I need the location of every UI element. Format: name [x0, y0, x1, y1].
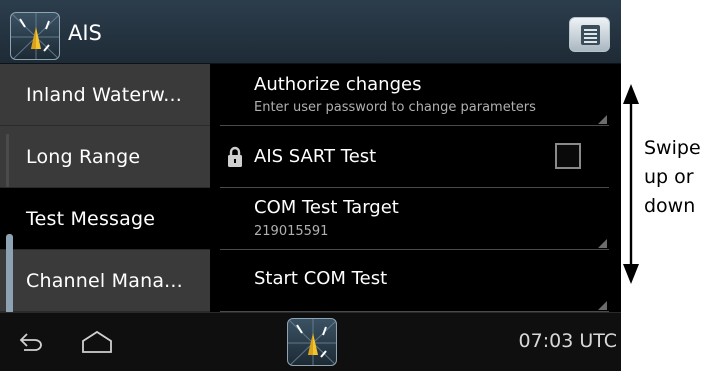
setting-ais-sart-test[interactable]: AIS SART Test: [210, 126, 621, 188]
sidebar-item-label: Long Range: [26, 145, 141, 168]
sart-test-checkbox[interactable]: [555, 143, 581, 169]
compass-icon[interactable]: [10, 12, 60, 60]
sidebar-item-inland-waterways[interactable]: Inland Waterw...: [0, 64, 210, 126]
swipe-hint: Swipe up or down: [644, 134, 710, 221]
expand-corner-icon: [598, 239, 607, 248]
device-screen: AIS Inland Waterw... Long Range Test Mes…: [0, 0, 621, 371]
menu-list-icon[interactable]: [569, 17, 610, 52]
clock-time: 07:03 UTC: [518, 330, 617, 352]
swipe-hint-line: down: [644, 195, 696, 217]
swipe-hint-line: Swipe: [644, 137, 701, 159]
setting-value: 219015591: [254, 224, 329, 239]
home-icon[interactable]: [80, 330, 114, 354]
setting-authorize-changes[interactable]: Authorize changes Enter user password to…: [210, 64, 621, 126]
title-bar: AIS: [0, 0, 621, 64]
sidebar: Inland Waterw... Long Range Test Message…: [0, 64, 210, 371]
sidebar-item-label: Test Message: [26, 207, 156, 230]
swipe-hint-line: up or: [644, 166, 694, 188]
swipe-arrow-icon: [623, 84, 639, 284]
compass-icon[interactable]: [287, 318, 337, 366]
back-icon[interactable]: [18, 331, 44, 353]
setting-title: Start COM Test: [254, 268, 388, 289]
setting-title: COM Test Target: [254, 197, 399, 218]
setting-com-test-target[interactable]: COM Test Target 219015591: [210, 188, 621, 250]
sidebar-item-long-range[interactable]: Long Range: [0, 126, 210, 188]
setting-title: AIS SART Test: [254, 146, 377, 167]
sidebar-item-test-message[interactable]: Test Message: [0, 188, 210, 250]
setting-title: Authorize changes: [254, 74, 422, 95]
lock-icon: [228, 146, 242, 167]
navigation-bar: 07:03 UTC: [0, 312, 621, 371]
setting-subtitle: Enter user password to change parameters: [254, 100, 536, 115]
setting-start-com-test[interactable]: Start COM Test: [210, 250, 621, 312]
sidebar-item-channel-management[interactable]: Channel Mana...: [0, 250, 210, 312]
sidebar-item-label: Channel Mana...: [26, 269, 183, 292]
settings-list: Authorize changes Enter user password to…: [210, 64, 621, 312]
expand-corner-icon: [598, 301, 607, 310]
expand-corner-icon: [598, 115, 607, 124]
menu-doc-shape: [581, 25, 600, 45]
app-title: AIS: [68, 21, 102, 45]
sidebar-item-label: Inland Waterw...: [26, 83, 182, 106]
